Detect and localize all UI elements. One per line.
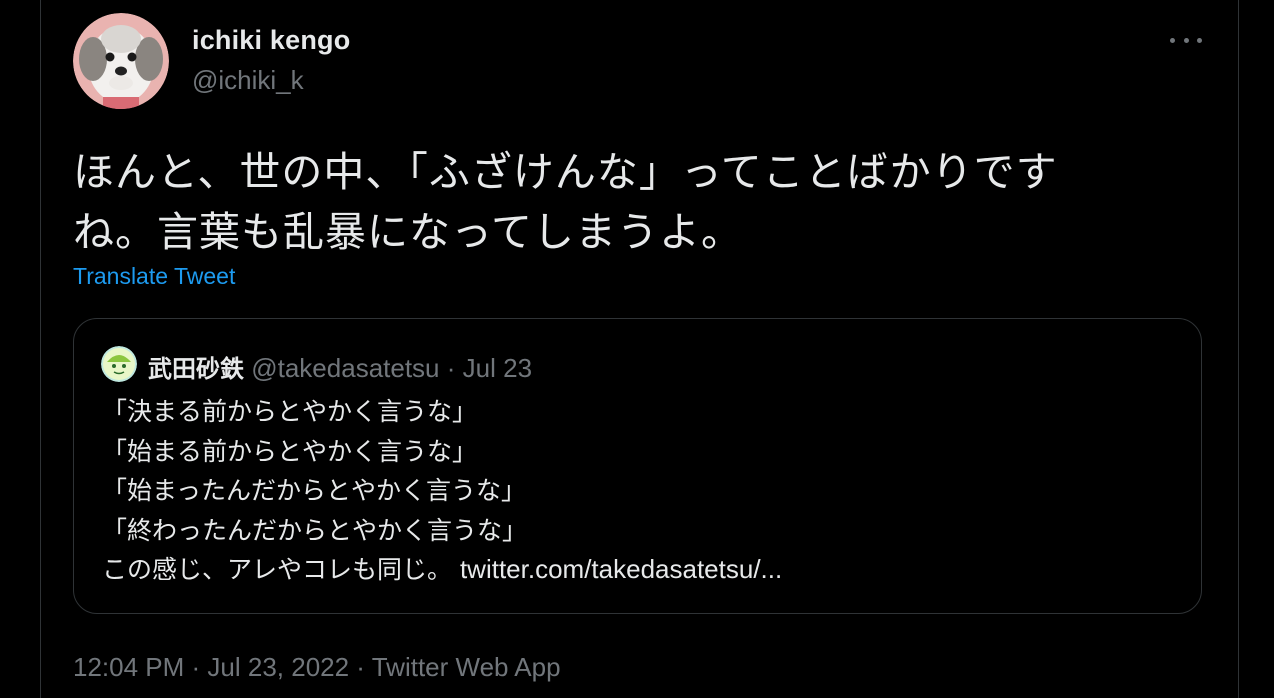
quote-text-line: 「始まったんだからとやかく言うな」	[102, 476, 527, 505]
quote-text-line: 「始まる前からとやかく言うな」	[102, 436, 478, 466]
quote-separator: ·	[446, 353, 463, 383]
tweet-meta: 12:04 PM · Jul 23, 2022 · Twitter Web Ap…	[73, 652, 561, 683]
author-avatar[interactable]	[73, 13, 169, 109]
quote-text-line: 「決まる前からとやかく言うな」	[102, 397, 478, 426]
column-border-left	[40, 0, 41, 698]
quoted-tweet-card[interactable]: 武田砂鉄 @takedasatetsu · Jul 23 「決まる前からとやかく…	[73, 318, 1202, 614]
tweet-time[interactable]: 12:04 PM	[73, 652, 184, 682]
meta-separator: ·	[349, 652, 372, 682]
quote-url-link[interactable]: twitter.com/takedasatetsu/...	[460, 554, 782, 584]
quote-author-avatar[interactable]	[101, 346, 137, 382]
quote-date: Jul 23	[462, 353, 533, 383]
quote-author-name: 武田砂鉄	[148, 355, 244, 383]
column-border-right	[1238, 0, 1239, 698]
more-icon-dot	[1183, 37, 1189, 43]
quote-author-handle: @takedasatetsu	[251, 353, 440, 383]
tweet-source-app[interactable]: Twitter Web App	[372, 652, 561, 682]
quote-text-line: 「終わったんだからとやかく言うな」	[102, 515, 528, 545]
quote-header: 武田砂鉄 @takedasatetsu · Jul 23	[148, 349, 532, 384]
author-display-name[interactable]: ichiki kengo	[192, 25, 350, 56]
meta-separator: ·	[184, 652, 208, 682]
more-icon-dot	[1170, 37, 1175, 43]
author-handle[interactable]: @ichiki_k	[192, 65, 304, 96]
more-icon-dot	[1197, 37, 1202, 43]
translate-tweet-link[interactable]: Translate Tweet	[73, 263, 235, 290]
quote-text-last-line: この感じ、アレやコレも同じ。 twitter.com/takedasatetsu…	[102, 550, 1182, 590]
quote-text: 「決まる前からとやかく言うな」 「始まる前からとやかく言うな」 「始まったんだか…	[102, 392, 1182, 590]
more-icon[interactable]	[1170, 30, 1202, 50]
quote-text-segment: この感じ、アレやコレも同じ。	[102, 555, 460, 584]
tweet-date[interactable]: Jul 23, 2022	[207, 652, 349, 682]
tweet-text-line: ね。言葉も乱暴になってしまうよ。	[73, 208, 743, 256]
tweet-text-line: ほんと、世の中、「ふざけんな」ってことばかりです	[73, 148, 1058, 196]
tweet-text: ほんと、世の中、「ふざけんな」ってことばかりです ね。言葉も乱暴になってしまうよ…	[73, 142, 1203, 262]
